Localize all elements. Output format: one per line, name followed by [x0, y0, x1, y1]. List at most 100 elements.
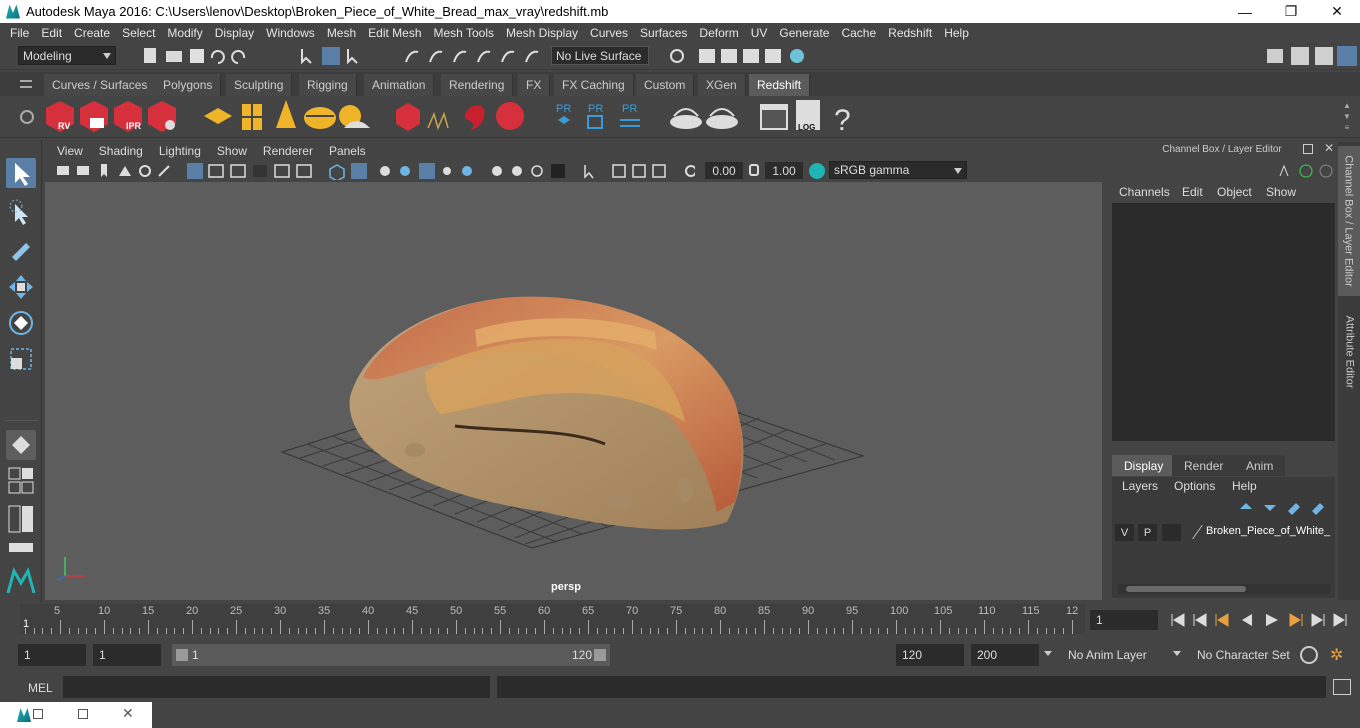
current-frame-field[interactable]: 1 [1090, 610, 1158, 630]
live-surface-field[interactable]: No Live Surface [551, 46, 649, 65]
panel-menu-show[interactable]: Show [209, 144, 255, 158]
range-slider[interactable]: 1 120 [172, 644, 610, 666]
command-input[interactable] [63, 676, 490, 698]
menu-deform[interactable]: Deform [693, 26, 744, 40]
animation-start-field[interactable]: 1 [18, 644, 86, 666]
range-end-handle[interactable] [594, 649, 606, 661]
restore-icon[interactable] [33, 709, 43, 719]
four-view-layout-icon[interactable] [6, 466, 36, 496]
outliner-layout-icon[interactable] [6, 504, 36, 534]
gamma-field[interactable]: 1.00 [765, 162, 803, 179]
gamma-icon[interactable] [749, 164, 759, 176]
minimize-button[interactable]: — [1222, 4, 1268, 20]
tab-display[interactable]: Display [1112, 455, 1176, 476]
chevron-down-icon[interactable] [1044, 651, 1052, 656]
tab-custom[interactable]: Custom [636, 74, 695, 96]
color-management-toggle-icon[interactable] [809, 163, 825, 179]
view-transform-dropdown[interactable]: sRGB gamma [829, 161, 967, 179]
menu-generate[interactable]: Generate [773, 26, 835, 40]
redshift-pr-icons[interactable]: PR PR PR [556, 103, 640, 129]
menu-select[interactable]: Select [116, 26, 161, 40]
layer-name[interactable]: Broken_Piece_of_White_ [1206, 525, 1330, 537]
redshift-render-view-icon[interactable]: RV [46, 101, 74, 132]
menu-uv[interactable]: UV [745, 26, 774, 40]
tab-anim[interactable]: Anim [1234, 455, 1286, 476]
menu-curves[interactable]: Curves [584, 26, 634, 40]
scrollbar-thumb[interactable] [1126, 586, 1246, 592]
tab-fx[interactable]: FX [518, 74, 551, 96]
menu-modify[interactable]: Modify [161, 26, 208, 40]
tab-render[interactable]: Render [1172, 455, 1236, 476]
playback-end-field[interactable]: 120 [896, 644, 964, 666]
menu-set-dropdown[interactable]: Modeling [18, 46, 116, 65]
menu-file[interactable]: File [4, 26, 35, 40]
menu-help[interactable]: Help [938, 26, 975, 40]
shelf-scroll-icon[interactable]: ▲ ▼ ≡ [1341, 100, 1353, 134]
panel-menu-panels[interactable]: Panels [321, 144, 374, 158]
layer-color-icon[interactable] [1179, 525, 1203, 539]
close-panel-icon[interactable]: ✕ [1324, 141, 1334, 155]
redshift-light-icons[interactable] [204, 100, 370, 130]
help-menu[interactable]: Help [1232, 479, 1257, 493]
close-icon[interactable]: ✕ [122, 705, 134, 722]
tab-rendering[interactable]: Rendering [441, 74, 514, 96]
redshift-ipr-icon[interactable]: IPR [114, 101, 142, 132]
single-perspective-layout-icon[interactable] [6, 430, 36, 460]
layer-row[interactable]: V P Broken_Piece_of_White_ [1112, 523, 1330, 542]
character-set-field[interactable]: No Character Set [1191, 644, 1291, 666]
timeline-layout-icon[interactable] [6, 540, 36, 554]
float-panel-icon[interactable] [1303, 144, 1313, 154]
lasso-tool-icon[interactable] [6, 198, 36, 228]
layers-menu[interactable]: Layers [1122, 479, 1158, 493]
tab-curves-surfaces[interactable]: Curves / Surfaces [44, 74, 157, 96]
panel-menu-lighting[interactable]: Lighting [151, 144, 209, 158]
channel-list[interactable] [1112, 203, 1335, 441]
tab-rigging[interactable]: Rigging [299, 74, 357, 96]
menu-redshift[interactable]: Redshift [882, 26, 938, 40]
animation-preferences-icon[interactable]: ✲ [1330, 645, 1343, 665]
options-menu[interactable]: Options [1174, 479, 1215, 493]
redshift-material-icons[interactable] [670, 108, 738, 129]
tab-redshift[interactable]: Redshift [749, 74, 811, 96]
redshift-script-icon[interactable] [760, 104, 788, 130]
scale-tool-icon[interactable] [6, 344, 36, 374]
tab-animation[interactable]: Animation [364, 74, 435, 96]
menu-surfaces[interactable]: Surfaces [634, 26, 693, 40]
menu-display[interactable]: Display [209, 26, 260, 40]
range-start-handle[interactable] [176, 649, 188, 661]
layer-visibility-toggle[interactable]: V [1115, 524, 1134, 541]
redshift-proxy-icons[interactable] [396, 102, 524, 131]
tab-xgen[interactable]: XGen [698, 74, 746, 96]
object-menu[interactable]: Object [1217, 185, 1252, 199]
minimized-window[interactable]: ✕ [0, 702, 152, 728]
animation-end-field[interactable]: 200 [971, 644, 1039, 666]
perspective-viewport[interactable]: persp [45, 182, 1102, 600]
close-button[interactable]: ✕ [1314, 3, 1360, 20]
redshift-render-settings-icon[interactable] [148, 101, 176, 132]
maximize-button[interactable]: ❐ [1268, 3, 1314, 20]
show-menu[interactable]: Show [1266, 185, 1296, 199]
menu-edit[interactable]: Edit [35, 26, 68, 40]
command-language-label[interactable]: MEL [28, 681, 53, 695]
tab-channel-box-layer-editor[interactable]: Channel Box / Layer Editor [1338, 146, 1360, 296]
move-tool-icon[interactable] [6, 272, 36, 302]
menu-create[interactable]: Create [68, 26, 116, 40]
maximize-icon[interactable] [78, 709, 88, 719]
select-tool-icon[interactable] [6, 158, 36, 188]
playback-start-field[interactable]: 1 [93, 644, 161, 666]
panel-menu-view[interactable]: View [49, 144, 91, 158]
redshift-help-icon[interactable]: ? [834, 104, 851, 136]
panel-menu-shading[interactable]: Shading [91, 144, 151, 158]
chevron-down-icon[interactable] [1173, 651, 1181, 656]
shelf-menu-icon[interactable] [20, 80, 32, 88]
layer-playback-toggle[interactable]: P [1138, 524, 1157, 541]
tab-sculpting[interactable]: Sculpting [226, 74, 293, 96]
menu-mesh-tools[interactable]: Mesh Tools [428, 26, 500, 40]
menu-edit-mesh[interactable]: Edit Mesh [362, 26, 427, 40]
layer-scrollbar[interactable] [1118, 584, 1330, 594]
tab-fx-caching[interactable]: FX Caching [554, 74, 634, 96]
menu-mesh[interactable]: Mesh [321, 26, 362, 40]
channels-menu[interactable]: Channels [1119, 185, 1170, 199]
menu-cache[interactable]: Cache [835, 26, 882, 40]
menu-windows[interactable]: Windows [260, 26, 321, 40]
